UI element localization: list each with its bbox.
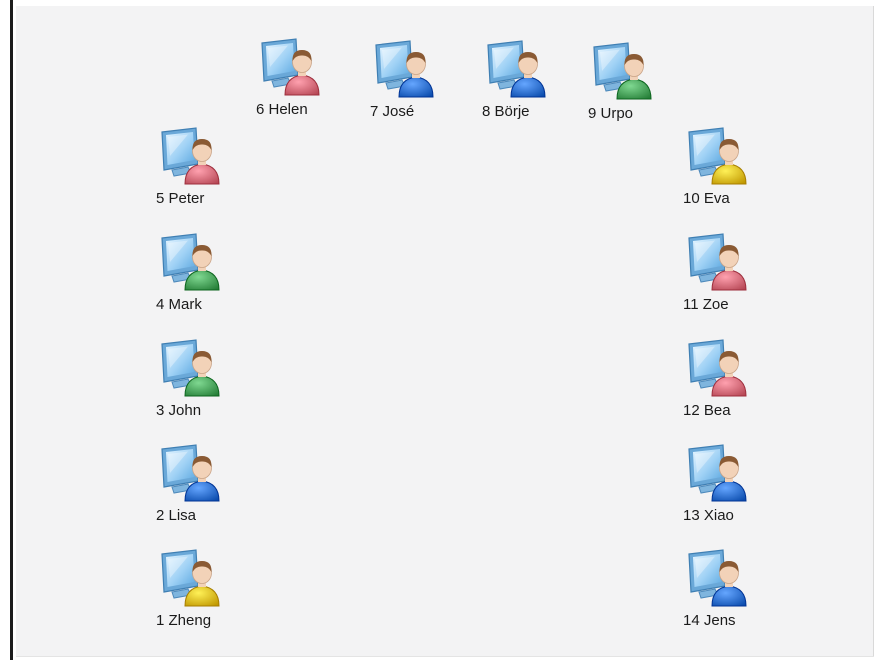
workstation-3[interactable]: 3 John [156, 338, 242, 428]
user-at-computer-icon [158, 548, 224, 610]
workstation-label: 7 José [370, 103, 415, 120]
user-at-computer-icon [258, 37, 324, 99]
user-at-computer-icon [685, 338, 751, 400]
workstation-label: 4 Mark [156, 296, 202, 313]
user-at-computer-icon [685, 548, 751, 610]
canvas-bottom-edge [16, 656, 874, 657]
workstation-label: 9 Urpo [588, 105, 634, 122]
user-at-computer-icon [484, 39, 550, 101]
workstation-1[interactable]: 1 Zheng [156, 548, 242, 638]
workstation-label: 8 Börje [482, 103, 530, 120]
workstation-7[interactable]: 7 José [370, 39, 456, 129]
workstation-11[interactable]: 11 Zoe [683, 232, 769, 322]
workstation-label: 3 John [156, 402, 202, 419]
workstation-10[interactable]: 10 Eva [683, 126, 769, 216]
workstation-5[interactable]: 5 Peter [156, 126, 242, 216]
workstation-2[interactable]: 2 Lisa [156, 443, 242, 533]
user-at-computer-icon [685, 232, 751, 294]
workstation-label: 1 Zheng [156, 612, 212, 629]
window-left-border [10, 0, 13, 660]
workstation-label: 12 Bea [683, 402, 731, 419]
workstation-12[interactable]: 12 Bea [683, 338, 769, 428]
user-at-computer-icon [158, 126, 224, 188]
workstation-6[interactable]: 6 Helen [256, 37, 342, 127]
workstation-label: 6 Helen [256, 101, 308, 118]
user-at-computer-icon [685, 126, 751, 188]
user-at-computer-icon [158, 232, 224, 294]
workstation-label: 2 Lisa [156, 507, 197, 524]
workstation-14[interactable]: 14 Jens [683, 548, 769, 638]
workstation-4[interactable]: 4 Mark [156, 232, 242, 322]
workstation-13[interactable]: 13 Xiao [683, 443, 769, 533]
workstation-label: 14 Jens [683, 612, 736, 629]
workstation-label: 5 Peter [156, 190, 205, 207]
user-at-computer-icon [685, 443, 751, 505]
workstation-label: 10 Eva [683, 190, 730, 207]
user-at-computer-icon [372, 39, 438, 101]
workstation-9[interactable]: 9 Urpo [588, 41, 674, 131]
workstation-label: 13 Xiao [683, 507, 734, 524]
workstation-8[interactable]: 8 Börje [482, 39, 568, 129]
user-at-computer-icon [590, 41, 656, 103]
user-at-computer-icon [158, 443, 224, 505]
workstation-label: 11 Zoe [683, 296, 729, 313]
workspace-window: 1 Zheng 2 Lisa 3 John 4 Mark 5 Peter 6 H… [0, 0, 874, 660]
user-at-computer-icon [158, 338, 224, 400]
